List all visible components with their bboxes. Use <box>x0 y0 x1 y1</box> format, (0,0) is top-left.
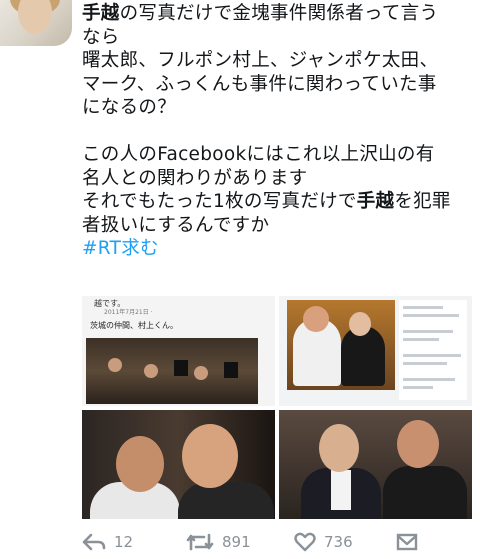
fb-post-date: 2011年7月21日 · <box>104 309 153 316</box>
tweet-line-7: 名人との関わりがあります <box>82 167 308 189</box>
reply-count: 12 <box>114 533 134 551</box>
retweet-icon <box>186 533 214 551</box>
feed-line <box>403 378 455 381</box>
media-image-1[interactable]: 越です。 2011年7月21日 · 茨城の仲間、村上くん。 <box>82 296 275 406</box>
person-face <box>116 436 164 492</box>
person-body <box>178 482 274 519</box>
person-face <box>194 366 208 380</box>
media-image-3[interactable] <box>82 410 275 519</box>
feed-line <box>403 306 443 309</box>
direct-message-button[interactable] <box>396 528 418 556</box>
feed-line <box>403 354 461 357</box>
censor-block <box>224 362 238 378</box>
envelope-icon <box>396 533 418 551</box>
fb-feed-sidebar <box>399 300 467 400</box>
person-face <box>349 312 371 336</box>
tweet-line-9: 者扱いにするんですか <box>82 214 270 236</box>
feed-line <box>403 338 439 341</box>
hashtag-link[interactable]: #RT求む <box>82 238 159 259</box>
person-face <box>144 364 158 378</box>
person-face <box>397 420 439 468</box>
tweet-text: 手越の写真だけで金塊事件関係者って言う なら 曙太郎、フルポン村上、ジャンポケ太… <box>82 2 472 261</box>
media-grid: 越です。 2011年7月21日 · 茨城の仲間、村上くん。 <box>82 296 472 519</box>
tweet-line-4: マーク、ふっくんも事件に関わっていた事 <box>82 73 437 95</box>
fb-post-text: 茨城の仲間、村上くん。 <box>90 321 178 330</box>
person-face <box>319 424 359 472</box>
tweet-line-8-pre: それでもたった1枚の写真だけで <box>82 191 357 212</box>
tweet-bold-name-2: 手越 <box>356 191 395 212</box>
avatar-face <box>18 0 52 34</box>
person-face <box>303 306 329 332</box>
feed-line <box>403 386 433 389</box>
feed-line <box>403 330 453 333</box>
tweet-line-5: になるの？ <box>82 97 177 118</box>
retweet-count: 891 <box>222 533 251 551</box>
tweet-line-8-post: を犯罪 <box>394 191 451 212</box>
person-face <box>108 358 122 372</box>
tweet-actions: 12 891 736 <box>82 528 472 556</box>
avatar[interactable] <box>0 0 72 46</box>
reply-button[interactable]: 12 <box>82 528 133 556</box>
tweet-line-2: なら <box>82 26 120 48</box>
like-button[interactable]: 736 <box>294 528 353 556</box>
person-face <box>182 424 238 488</box>
reply-icon <box>82 533 106 551</box>
like-count: 736 <box>324 533 353 551</box>
feed-line <box>403 314 459 317</box>
fb-group-photo <box>86 338 258 404</box>
person-body <box>383 466 467 519</box>
tweet-line-3: 曙太郎、フルポン村上、ジャンポケ太田、 <box>82 50 439 71</box>
feed-line <box>403 362 447 365</box>
person-shirt <box>331 470 351 510</box>
heart-icon <box>294 532 316 552</box>
tweet-line-1: の写真だけで金塊事件関係者って言う <box>119 3 439 24</box>
tweet-line-6: この人のFacebookにはこれ以上沢山の有 <box>82 144 435 165</box>
media-image-4[interactable] <box>279 410 472 519</box>
retweet-button[interactable]: 891 <box>186 528 251 556</box>
media-image-2[interactable] <box>279 296 472 406</box>
censor-block <box>174 360 188 376</box>
tweet-bold-name-1: 手越 <box>82 3 120 24</box>
